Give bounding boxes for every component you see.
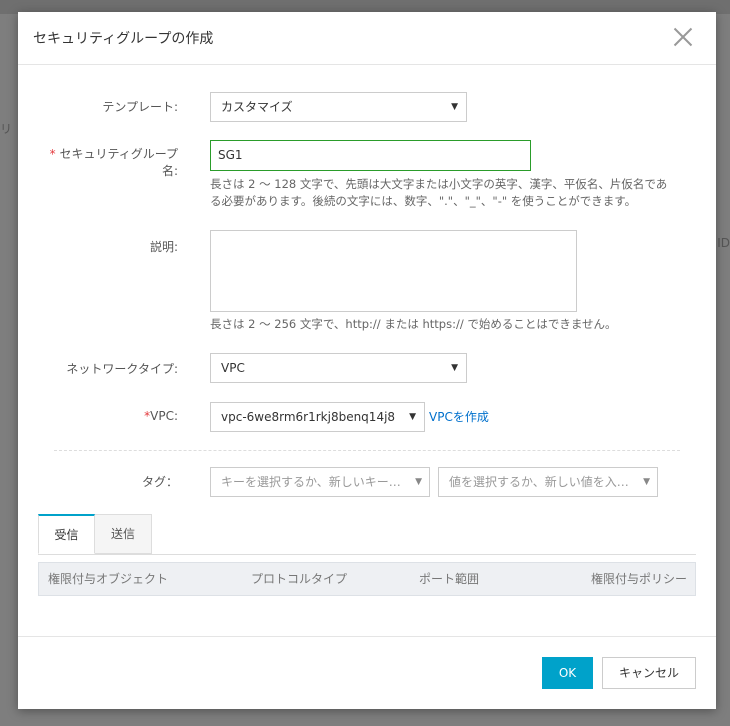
template-label: テンプレート: <box>102 100 178 114</box>
vpc-select-value: vpc-6we8rm6r1rkj8benq14j8 <box>221 410 396 424</box>
direction-tabs: 受信 送信 <box>38 514 696 555</box>
tag-label: タグ： <box>141 475 178 489</box>
template-select-value: カスタマイズ <box>221 100 293 114</box>
network-type-select-value: VPC <box>221 361 245 375</box>
tab-outbound[interactable]: 送信 <box>95 514 152 554</box>
template-select[interactable]: カスタマイズ ▼ <box>210 92 467 122</box>
tag-value-select[interactable]: 値を選択するか、新しい値を入… ▼ <box>438 467 658 497</box>
create-security-group-dialog: セキュリティグループの作成 テンプレート: カスタマイズ ▼ * セキュリティグ… <box>18 12 716 709</box>
tag-key-placeholder: キーを選択するか、新しいキー… <box>221 475 401 489</box>
dialog-footer: OK キャンセル <box>18 636 716 710</box>
column-header-authorization-object: 権限付与オブジェクト <box>48 572 169 586</box>
caret-down-icon: ▼ <box>451 102 458 112</box>
group-name-help: 長さは 2 ～ 128 文字で、先頭は大文字または小文字の英字、漢字、平仮名、片… <box>210 176 667 210</box>
cancel-button[interactable]: キャンセル <box>602 657 696 689</box>
close-icon[interactable] <box>672 26 694 48</box>
group-name-label: * セキュリティグループ 名: <box>28 146 178 180</box>
create-vpc-link[interactable]: VPCを作成 <box>429 408 489 425</box>
group-name-label-line1: セキュリティグループ <box>59 147 178 161</box>
dialog-header: セキュリティグループの作成 <box>18 12 716 65</box>
tag-key-select[interactable]: キーを選択するか、新しいキー… ▼ <box>210 467 430 497</box>
dialog-title: セキュリティグループの作成 <box>33 31 214 47</box>
description-textarea[interactable] <box>210 230 577 312</box>
tab-inbound[interactable]: 受信 <box>38 514 95 554</box>
vpc-label-text: VPC: <box>150 409 178 423</box>
column-header-protocol-type: プロトコルタイプ <box>251 572 348 586</box>
vpc-select[interactable]: vpc-6we8rm6r1rkj8benq14j8 ▼ <box>210 402 425 432</box>
description-label: 説明: <box>149 240 178 254</box>
required-mark: * <box>49 147 56 161</box>
caret-down-icon: ▼ <box>643 477 650 487</box>
group-name-help-line2: る必要があります。後続の文字には、数字、"."、"_"、"-" を使うことができ… <box>210 194 637 208</box>
group-name-help-line1: 長さは 2 ～ 128 文字で、先頭は大文字または小文字の英字、漢字、平仮名、片… <box>210 177 668 191</box>
description-help: 長さは 2 ～ 256 文字で、http:// または https:// で始め… <box>210 317 617 331</box>
network-type-label: ネットワークタイプ: <box>66 362 178 376</box>
tag-value-placeholder: 値を選択するか、新しい値を入… <box>449 475 629 489</box>
network-type-select[interactable]: VPC ▼ <box>210 353 467 383</box>
caret-down-icon: ▼ <box>451 363 458 373</box>
column-header-authorization-policy: 権限付与ポリシー <box>591 572 688 586</box>
background-text-fragment: リ <box>0 122 13 136</box>
group-name-label-line2: 名: <box>161 164 178 178</box>
caret-down-icon: ▼ <box>415 477 422 487</box>
rules-table-header: 権限付与オブジェクト プロトコルタイプ ポート範囲 権限付与ポリシー <box>38 562 696 596</box>
form-divider <box>54 450 680 451</box>
group-name-input[interactable]: SG1 <box>210 140 531 171</box>
ok-button[interactable]: OK <box>542 657 593 689</box>
background-text-fragment-right: ID <box>717 236 730 250</box>
caret-down-icon: ▼ <box>409 412 416 422</box>
vpc-label: *VPC: <box>28 409 178 423</box>
column-header-port-range: ポート範囲 <box>419 572 480 586</box>
